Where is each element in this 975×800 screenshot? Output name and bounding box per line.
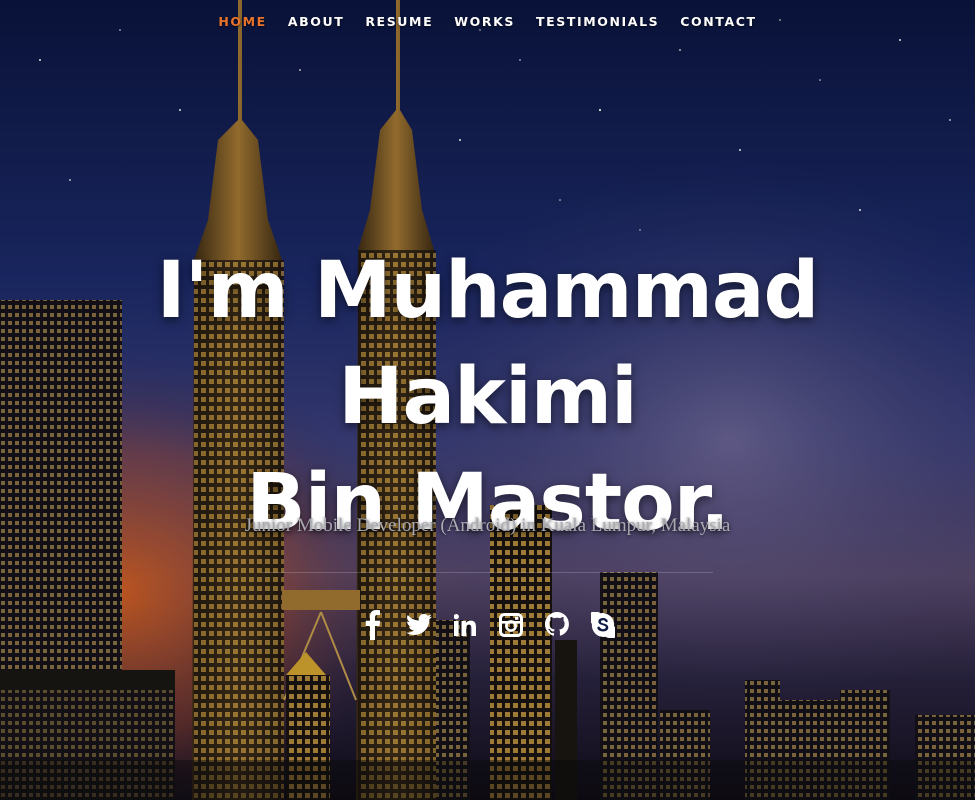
nav-item-contact[interactable]: CONTACT <box>670 14 767 29</box>
instagram-icon <box>498 613 523 637</box>
facebook-link[interactable] <box>357 607 389 643</box>
headline-line-2: Bin Mastor. <box>246 458 729 548</box>
linkedin-icon <box>453 614 476 636</box>
instagram-link[interactable] <box>495 607 527 643</box>
headline-line-1: I'm Muhammad Hakimi <box>156 246 820 442</box>
nav-list: HOME ABOUT RESUME WORKS TESTIMONIALS CON… <box>208 14 767 29</box>
linkedin-link[interactable] <box>449 607 481 643</box>
twitter-icon <box>405 614 432 636</box>
main-navigation: HOME ABOUT RESUME WORKS TESTIMONIALS CON… <box>0 0 975 42</box>
github-icon <box>544 612 569 638</box>
nav-item-resume[interactable]: RESUME <box>355 14 444 29</box>
hero-section: HOME ABOUT RESUME WORKS TESTIMONIALS CON… <box>0 0 975 800</box>
twitter-link[interactable] <box>403 607 435 643</box>
hero-divider <box>262 572 713 573</box>
nav-item-home[interactable]: HOME <box>208 14 277 29</box>
nav-item-about[interactable]: ABOUT <box>277 14 355 29</box>
hero-subtitle: Junior Mobile Developer (Android) in Kua… <box>244 515 731 536</box>
social-links <box>0 607 975 643</box>
github-link[interactable] <box>541 607 573 643</box>
facebook-icon <box>365 610 381 640</box>
skype-icon <box>590 612 615 638</box>
hero-headline: I'm Muhammad Hakimi Bin Mastor. <box>0 238 975 556</box>
nav-item-testimonials[interactable]: TESTIMONIALS <box>525 14 669 29</box>
nav-item-works[interactable]: WORKS <box>444 14 526 29</box>
skype-link[interactable] <box>587 607 619 643</box>
